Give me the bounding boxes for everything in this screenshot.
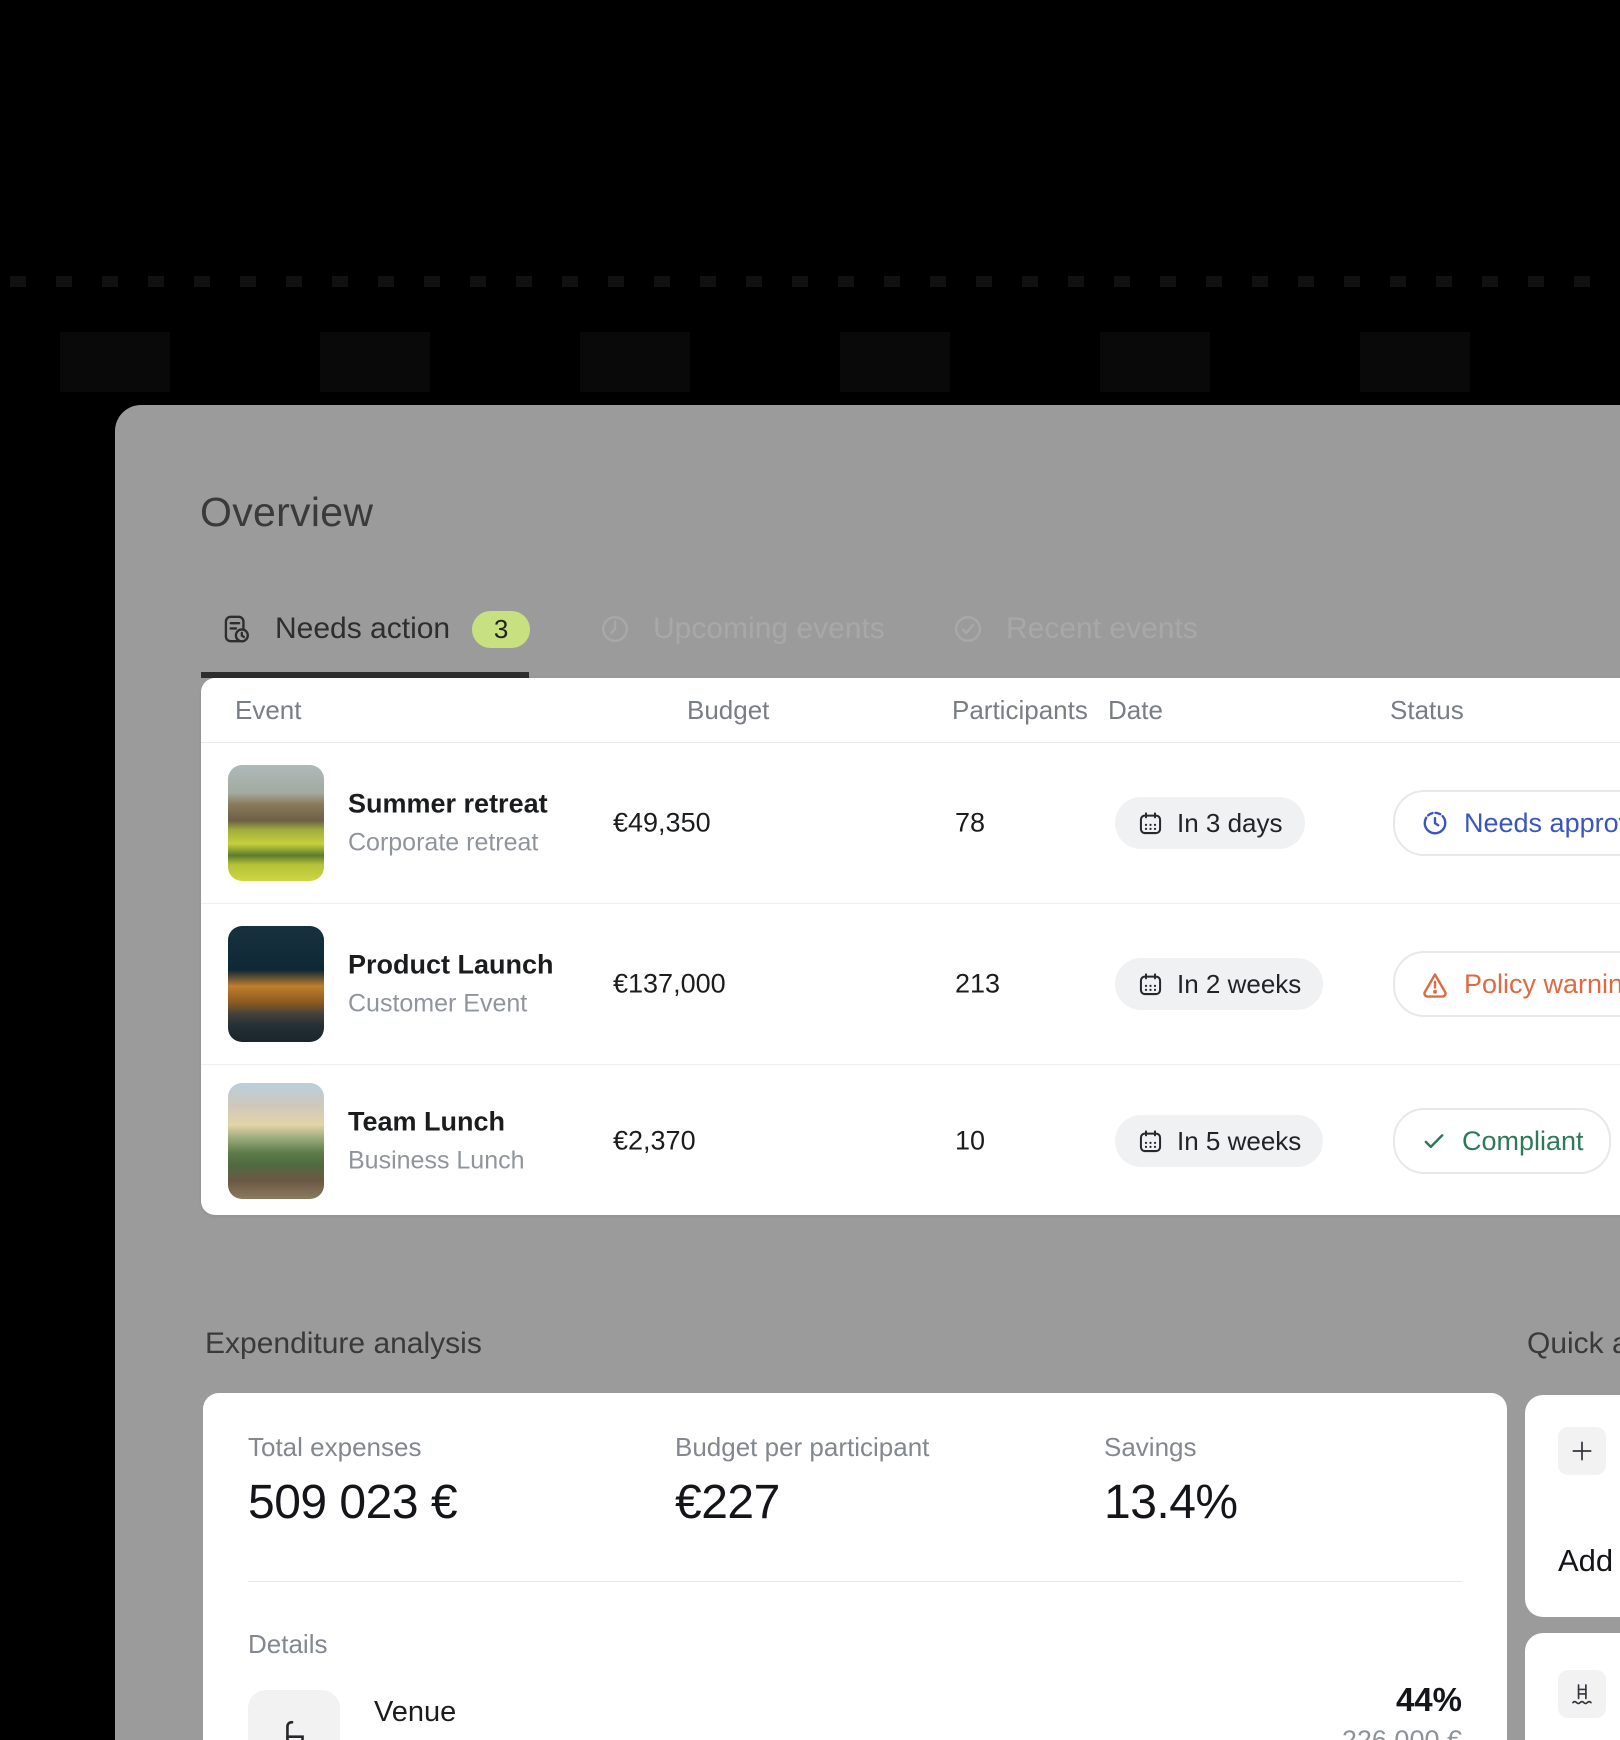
divider	[248, 1581, 1462, 1582]
event-subtitle: Customer Event	[348, 990, 554, 1019]
tab-label: Needs action	[275, 612, 450, 646]
expenditure-analysis-card: Total expenses 509 023 € Budget per part…	[203, 1393, 1507, 1740]
status-badge: Needs approval	[1393, 790, 1620, 856]
event-title: Summer retreat	[348, 789, 548, 820]
stat-label: Budget per participant	[675, 1432, 929, 1463]
calendar-icon	[1137, 1128, 1164, 1155]
dimmed-background-remnants	[60, 332, 1560, 392]
needs-action-table: Event Budget Participants Date Status Su…	[201, 678, 1620, 1215]
calendar-icon	[1137, 971, 1164, 998]
needs-action-count-badge: 3	[472, 611, 530, 648]
status-label: Needs approval	[1464, 808, 1620, 839]
status-badge: Policy warning	[1393, 951, 1620, 1017]
warning-triangle-icon	[1420, 969, 1450, 999]
detail-amount: 226 000 €	[1342, 1725, 1462, 1740]
budget-value: €49,350	[613, 808, 711, 839]
table-row[interactable]: Product Launch Customer Event €137,000 2…	[201, 904, 1620, 1065]
page-title: Overview	[200, 489, 373, 536]
column-header-date: Date	[1108, 678, 1163, 742]
event-title: Team Lunch	[348, 1107, 525, 1138]
detail-row-label[interactable]: Venue	[374, 1696, 456, 1729]
status-badge: Compliant	[1393, 1108, 1611, 1174]
column-header-budget: Budget	[687, 678, 769, 742]
status-cell: Policy warning	[1393, 951, 1620, 1017]
participants-value: 10	[955, 1126, 985, 1157]
participants-value: 78	[955, 808, 985, 839]
table-row[interactable]: Summer retreat Corporate retreat €49,350…	[201, 743, 1620, 904]
tab-label: Upcoming events	[653, 612, 885, 646]
tab-needs-action[interactable]: Needs action 3	[219, 603, 530, 655]
date-label: In 5 weeks	[1177, 1126, 1301, 1157]
stat-label: Savings	[1104, 1432, 1197, 1463]
pending-clock-icon	[1420, 808, 1450, 838]
event-subtitle: Business Lunch	[348, 1147, 525, 1176]
quick-action-add-event-card[interactable]: Add event	[1525, 1395, 1620, 1617]
check-icon	[1420, 1127, 1448, 1155]
budget-value: €2,370	[613, 1126, 696, 1157]
status-cell: Compliant	[1393, 1108, 1611, 1174]
event-thumbnail	[228, 1083, 324, 1199]
tab-recent-events[interactable]: Recent events	[950, 603, 1198, 655]
column-header-participants: Participants	[952, 678, 1088, 742]
details-label: Details	[248, 1629, 327, 1660]
quick-action-card[interactable]	[1525, 1633, 1620, 1740]
clock-icon	[597, 611, 633, 647]
event-thumbnail	[228, 765, 324, 881]
quick-actions-heading: Quick actions	[1527, 1327, 1620, 1361]
event-subtitle: Corporate retreat	[348, 829, 548, 858]
pool-ladder-icon	[1558, 1670, 1606, 1718]
overview-panel: Overview Needs action 3 Upcomi	[115, 405, 1620, 1740]
detail-percent: 44%	[1396, 1681, 1462, 1719]
table-row[interactable]: Team Lunch Business Lunch €2,370 10	[201, 1065, 1620, 1217]
event-name-cell: Summer retreat Corporate retreat	[348, 789, 548, 858]
date-chip: In 3 days	[1115, 797, 1305, 849]
date-label: In 3 days	[1177, 808, 1283, 839]
status-label: Compliant	[1462, 1126, 1584, 1157]
screen: Overview Needs action 3 Upcomi	[0, 0, 1620, 1740]
calendar-icon	[1137, 810, 1164, 837]
savings-value: 13.4%	[1104, 1475, 1238, 1530]
date-cell: In 3 days	[1115, 797, 1305, 849]
quick-action-label: Add event	[1558, 1543, 1620, 1579]
column-header-status: Status	[1390, 678, 1464, 742]
budget-value: €137,000	[613, 969, 726, 1000]
total-expenses-value: 509 023 €	[248, 1475, 457, 1530]
status-cell: Needs approval	[1393, 790, 1620, 856]
chair-icon	[248, 1690, 340, 1740]
table-header: Event Budget Participants Date Status	[201, 678, 1620, 743]
date-cell: In 2 weeks	[1115, 958, 1323, 1010]
event-name-cell: Team Lunch Business Lunch	[348, 1107, 525, 1176]
tab-upcoming-events[interactable]: Upcoming events	[597, 603, 885, 655]
dimmed-background-remnants	[10, 276, 1610, 287]
date-chip: In 2 weeks	[1115, 958, 1323, 1010]
event-thumbnail	[228, 926, 324, 1042]
participants-value: 213	[955, 969, 1000, 1000]
date-label: In 2 weeks	[1177, 969, 1301, 1000]
stat-label: Total expenses	[248, 1432, 421, 1463]
event-name-cell: Product Launch Customer Event	[348, 950, 554, 1019]
status-label: Policy warning	[1464, 969, 1620, 1000]
date-chip: In 5 weeks	[1115, 1115, 1323, 1167]
date-cell: In 5 weeks	[1115, 1115, 1323, 1167]
event-title: Product Launch	[348, 950, 554, 981]
column-header-event: Event	[235, 678, 302, 742]
expenditure-heading: Expenditure analysis	[205, 1327, 482, 1361]
budget-per-participant-value: €227	[675, 1475, 780, 1530]
plus-icon	[1558, 1427, 1606, 1475]
document-clock-icon	[219, 612, 253, 646]
tab-label: Recent events	[1006, 612, 1198, 646]
check-circle-icon	[950, 611, 986, 647]
